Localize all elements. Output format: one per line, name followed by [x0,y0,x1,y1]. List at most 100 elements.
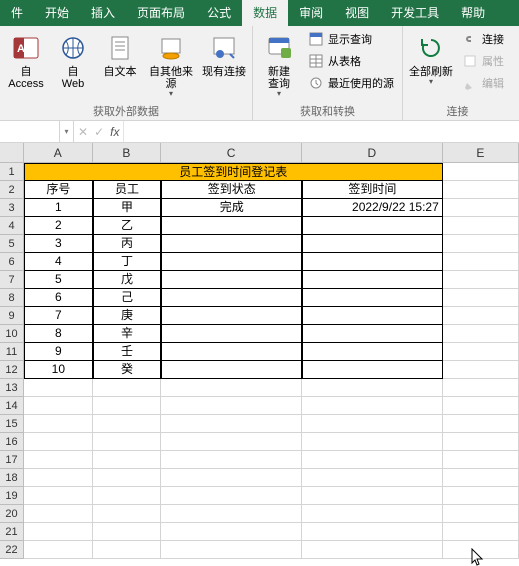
cell[interactable] [443,199,519,217]
cell-seq[interactable]: 3 [24,235,93,253]
column-header-B[interactable]: B [93,143,162,163]
cell[interactable] [443,487,519,505]
row-header[interactable]: 6 [0,253,24,271]
tab-page-layout[interactable]: 页面布局 [126,0,196,26]
cell[interactable] [161,415,302,433]
cell[interactable] [302,415,443,433]
tab-file-partial[interactable]: 件 [0,0,34,26]
cell-seq[interactable]: 4 [24,253,93,271]
cell[interactable] [161,469,302,487]
cell[interactable] [24,451,93,469]
cell[interactable] [443,163,519,181]
row-header[interactable]: 21 [0,523,24,541]
row-header[interactable]: 9 [0,307,24,325]
from-access-button[interactable]: A 自 Access [4,29,48,93]
cell[interactable] [302,397,443,415]
cell[interactable] [93,379,162,397]
cell[interactable] [24,487,93,505]
cell[interactable] [93,433,162,451]
cell[interactable] [302,523,443,541]
cell-status[interactable] [161,361,302,379]
row-header[interactable]: 4 [0,217,24,235]
cell-emp[interactable]: 辛 [93,325,162,343]
accept-formula-button[interactable]: ✓ [94,125,104,139]
row-header[interactable]: 7 [0,271,24,289]
cell-emp[interactable]: 壬 [93,343,162,361]
cell[interactable] [24,469,93,487]
existing-connections-button[interactable]: 现有连接 [200,29,248,81]
cell-time[interactable] [302,361,443,379]
tab-insert[interactable]: 插入 [80,0,126,26]
cancel-formula-button[interactable]: ✕ [78,125,88,139]
show-queries-button[interactable]: 显示查询 [304,29,398,49]
cell[interactable] [443,451,519,469]
connections-button[interactable]: 连接 [458,29,508,49]
name-box-input[interactable] [4,125,55,139]
cell[interactable] [443,541,519,559]
cell[interactable] [443,397,519,415]
edit-links-button[interactable]: 编辑 [458,73,508,93]
header-emp[interactable]: 员工 [93,181,162,199]
cell[interactable] [161,541,302,559]
cell-seq[interactable]: 9 [24,343,93,361]
cell[interactable] [302,505,443,523]
cell-status[interactable] [161,235,302,253]
cell[interactable] [443,217,519,235]
cell[interactable] [93,451,162,469]
cell-emp[interactable]: 己 [93,289,162,307]
cell-seq[interactable]: 6 [24,289,93,307]
cell-time[interactable] [302,307,443,325]
row-header[interactable]: 18 [0,469,24,487]
cell[interactable] [302,541,443,559]
cell[interactable] [93,541,162,559]
tab-home[interactable]: 开始 [34,0,80,26]
cell-emp[interactable]: 乙 [93,217,162,235]
from-web-button[interactable]: 自 Web [51,29,95,93]
row-header[interactable]: 10 [0,325,24,343]
cell-status[interactable]: 完成 [161,199,302,217]
cell[interactable] [161,505,302,523]
cell[interactable] [93,397,162,415]
cell-time[interactable] [302,217,443,235]
cell-seq[interactable]: 10 [24,361,93,379]
row-header[interactable]: 3 [0,199,24,217]
tab-developer[interactable]: 开发工具 [380,0,450,26]
cell-emp[interactable]: 丙 [93,235,162,253]
cell-seq[interactable]: 7 [24,307,93,325]
cell[interactable] [302,379,443,397]
cell-time[interactable] [302,271,443,289]
name-box[interactable] [0,121,60,142]
cell-time[interactable] [302,289,443,307]
cell-time[interactable] [302,343,443,361]
cell-seq[interactable]: 2 [24,217,93,235]
column-header-C[interactable]: C [161,143,302,163]
cell-status[interactable] [161,325,302,343]
cell-status[interactable] [161,343,302,361]
recent-sources-button[interactable]: 最近使用的源 [304,73,398,93]
cell-seq[interactable]: 8 [24,325,93,343]
cell-status[interactable] [161,289,302,307]
cell-emp[interactable]: 癸 [93,361,162,379]
cell[interactable] [93,505,162,523]
tab-formulas[interactable]: 公式 [196,0,242,26]
header-status[interactable]: 签到状态 [161,181,302,199]
row-header[interactable]: 11 [0,343,24,361]
tab-data[interactable]: 数据 [242,0,288,26]
select-all-corner[interactable] [0,143,24,163]
column-header-A[interactable]: A [24,143,93,163]
cell[interactable] [161,487,302,505]
cell[interactable] [93,487,162,505]
row-header[interactable]: 2 [0,181,24,199]
cell-emp[interactable]: 庚 [93,307,162,325]
cell-emp[interactable]: 甲 [93,199,162,217]
new-query-button[interactable]: 新建 查询 ▾ [257,29,301,101]
cell[interactable] [443,235,519,253]
cell[interactable] [443,433,519,451]
header-seq[interactable]: 序号 [24,181,93,199]
cell[interactable] [302,451,443,469]
cell[interactable] [443,343,519,361]
cell[interactable] [443,289,519,307]
cell[interactable] [24,397,93,415]
from-text-button[interactable]: 自文本 [98,29,142,81]
cell[interactable] [443,307,519,325]
